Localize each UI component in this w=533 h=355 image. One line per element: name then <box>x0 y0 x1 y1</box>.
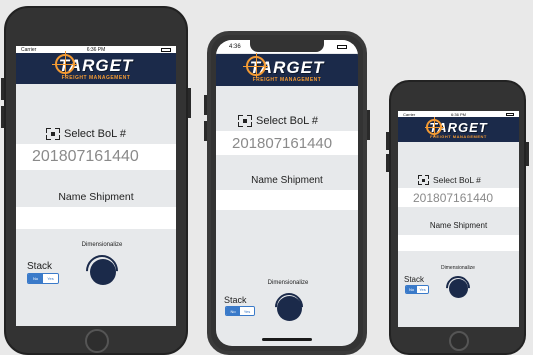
name-shipment-input[interactable] <box>16 207 176 229</box>
app-banner: TARGET FREIGHT MANAGEMENT <box>16 51 176 84</box>
name-shipment-input[interactable] <box>216 190 358 210</box>
stack-yes-option[interactable]: Yes <box>43 274 58 283</box>
volume-button <box>386 154 389 172</box>
name-shipment-input[interactable] <box>398 235 519 251</box>
power-button <box>526 142 529 166</box>
bol-number-field[interactable]: 201807161440 <box>398 188 519 207</box>
bol-number-field[interactable]: 201807161440 <box>216 131 358 155</box>
bol-number-value: 201807161440 <box>32 148 139 165</box>
bol-number-value: 201807161440 <box>413 190 494 205</box>
dimensionalize-label: Dimensionalize <box>81 242 123 248</box>
stack-label: Stack <box>404 275 425 284</box>
app-banner: TARGET FREIGHT MANAGEMENT <box>398 117 519 142</box>
stack-no-option[interactable]: No <box>226 307 240 315</box>
target-logo: TARGET FREIGHT MANAGEMENT <box>51 51 134 81</box>
battery-icon <box>506 112 514 116</box>
crosshair-icon <box>242 52 269 79</box>
notch <box>250 40 324 52</box>
name-shipment-label: Name Shipment <box>251 175 323 186</box>
phone-large: Carrier 6:36 PM TARGET FREIGHT MANAGEMEN… <box>1 6 191 355</box>
select-bol-button[interactable]: Select BoL # <box>238 115 318 127</box>
dimensionalize-label: Dimensionalize <box>267 280 309 286</box>
stack-toggle[interactable]: No Yes <box>225 306 255 316</box>
phone-screen: Carrier 6:36 PM TARGET FREIGHT MANAGEMEN… <box>398 111 519 327</box>
volume-button <box>204 121 207 141</box>
scan-icon <box>46 128 60 140</box>
status-bar: Carrier 6:36 PM <box>16 46 176 53</box>
name-shipment-label: Name Shipment <box>58 191 134 203</box>
volume-button <box>1 106 4 128</box>
battery-icon <box>161 47 171 52</box>
dimensionalize-label: Dimensionalize <box>441 265 475 271</box>
home-button[interactable] <box>85 329 109 353</box>
phone-small: Carrier 6:36 PM TARGET FREIGHT MANAGEMEN… <box>386 80 529 355</box>
dimensionalize-button[interactable] <box>90 259 116 285</box>
phone-notch: 4:36 TARGET FREIGHT MANAGEMENT Select Bo… <box>204 31 370 355</box>
battery-icon <box>337 44 347 49</box>
select-bol-label: Select BoL # <box>64 128 126 140</box>
target-logo: TARGET FREIGHT MANAGEMENT <box>242 52 325 83</box>
home-button[interactable] <box>449 331 469 351</box>
select-bol-label: Select BoL # <box>256 115 318 127</box>
stack-no-option[interactable]: No <box>406 286 417 293</box>
stack-toggle[interactable]: No Yes <box>27 273 59 284</box>
volume-button <box>1 78 4 100</box>
phone-screen: 4:36 TARGET FREIGHT MANAGEMENT Select Bo… <box>216 40 358 346</box>
stack-toggle[interactable]: No Yes <box>405 285 429 294</box>
volume-button <box>386 132 389 150</box>
stack-label: Stack <box>224 295 247 305</box>
target-logo: TARGET FREIGHT MANAGEMENT <box>424 117 487 139</box>
stack-yes-option[interactable]: Yes <box>417 286 428 293</box>
status-time: 6:36 PM <box>86 46 106 53</box>
scan-icon <box>238 115 252 127</box>
volume-button <box>204 95 207 115</box>
stack-no-option[interactable]: No <box>28 274 43 283</box>
status-time: 6:36 PM <box>451 111 466 117</box>
select-bol-button[interactable]: Select BoL # <box>46 128 126 140</box>
app-banner: TARGET FREIGHT MANAGEMENT <box>216 52 358 86</box>
dimensionalize-button[interactable] <box>449 279 468 298</box>
power-button <box>188 88 191 118</box>
scan-icon <box>418 175 429 185</box>
power-button <box>367 110 370 140</box>
dimensionalize-button[interactable] <box>277 296 302 321</box>
select-bol-button[interactable]: Select BoL # <box>418 175 481 185</box>
select-bol-label: Select BoL # <box>433 175 481 185</box>
bol-number-value: 201807161440 <box>232 134 333 152</box>
stack-label: Stack <box>27 261 53 272</box>
home-indicator <box>262 338 312 341</box>
phone-screen: Carrier 6:36 PM TARGET FREIGHT MANAGEMEN… <box>16 46 176 326</box>
bol-number-field[interactable]: 201807161440 <box>16 144 176 170</box>
crosshair-icon <box>51 51 78 77</box>
name-shipment-label: Name Shipment <box>429 221 488 230</box>
status-time: 4:36 <box>229 43 241 50</box>
stack-yes-option[interactable]: Yes <box>240 307 254 315</box>
